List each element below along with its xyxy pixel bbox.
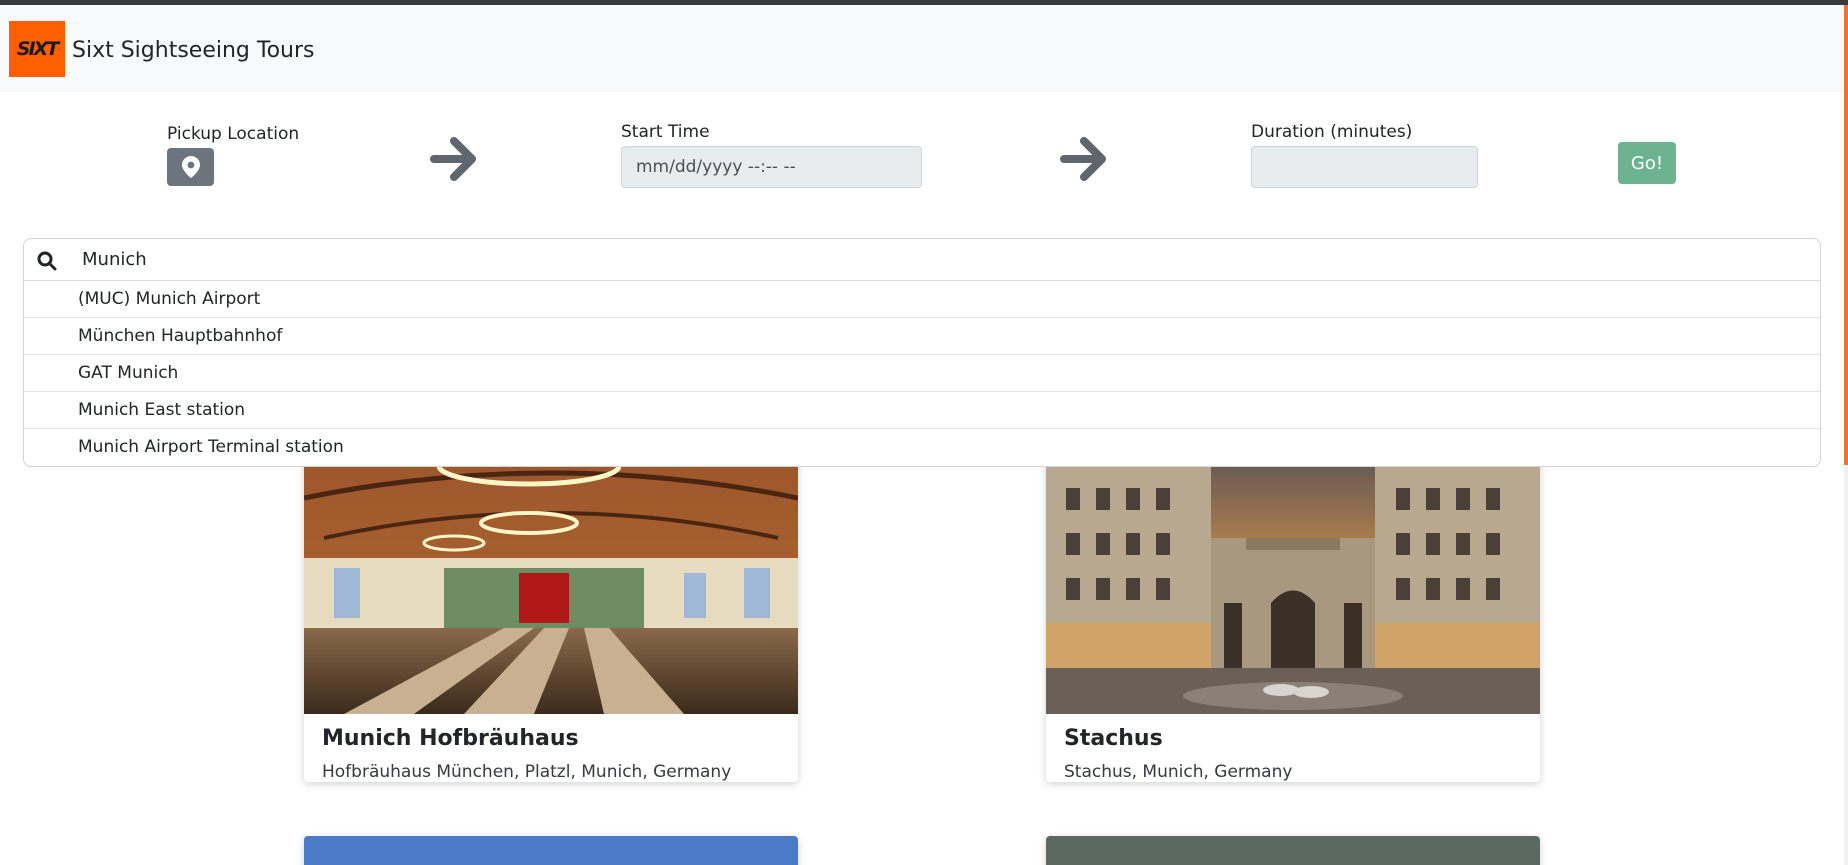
search-result-item[interactable]: GAT Munich — [24, 355, 1820, 392]
search-result-item[interactable]: Munich East station — [24, 392, 1820, 429]
card-image-stachus — [1046, 428, 1540, 714]
card-subtitle: Stachus, Munich, Germany — [1064, 762, 1293, 782]
card-title: Stachus — [1064, 726, 1163, 751]
pickup-location-label: Pickup Location — [167, 124, 300, 144]
search-result-item[interactable]: München Hauptbahnhof — [24, 318, 1820, 355]
stachus-gate-image — [1046, 428, 1540, 714]
search-icon — [37, 251, 57, 271]
tour-card[interactable]: Stachus Stachus, Munich, Germany — [1046, 428, 1540, 782]
brand-title[interactable]: Sixt Sightseeing Tours — [72, 38, 314, 63]
arrow-right-icon — [430, 137, 476, 181]
card-subtitle: Hofbräuhaus München, Platzl, Munich, Ger… — [322, 762, 732, 782]
tour-cards: Munich Hofbräuhaus Hofbräuhaus München, … — [0, 428, 1848, 865]
duration-label: Duration (minutes) — [1251, 122, 1413, 142]
search-input[interactable]: Munich — [82, 249, 147, 270]
tour-card[interactable]: Munich Hofbräuhaus Hofbräuhaus München, … — [304, 428, 798, 782]
scrollbar-accent — [1844, 5, 1848, 465]
search-row[interactable]: Munich — [24, 239, 1820, 281]
card-image-hofbrauhaus — [304, 428, 798, 714]
tour-card[interactable] — [1046, 836, 1540, 865]
navbar: SIXT Sixt Sightseeing Tours — [0, 5, 1848, 92]
tour-card[interactable] — [304, 836, 798, 865]
go-button[interactable]: Go! — [1618, 142, 1676, 184]
pickup-location-button[interactable] — [167, 148, 214, 186]
location-search-panel: Munich (MUC) Munich Airport München Haup… — [23, 238, 1821, 467]
start-time-input[interactable]: mm/dd/yyyy --:-- -- — [621, 146, 922, 188]
duration-input[interactable] — [1251, 146, 1478, 188]
search-result-item[interactable]: (MUC) Munich Airport — [24, 281, 1820, 318]
sixt-logo[interactable]: SIXT — [9, 21, 65, 77]
arrow-right-icon — [1060, 137, 1106, 181]
start-time-label: Start Time — [621, 122, 710, 142]
search-result-item[interactable]: Munich Airport Terminal station — [24, 429, 1820, 466]
map-pin-icon — [181, 156, 200, 178]
card-title: Munich Hofbräuhaus — [322, 726, 579, 751]
beer-hall-image — [304, 428, 798, 714]
